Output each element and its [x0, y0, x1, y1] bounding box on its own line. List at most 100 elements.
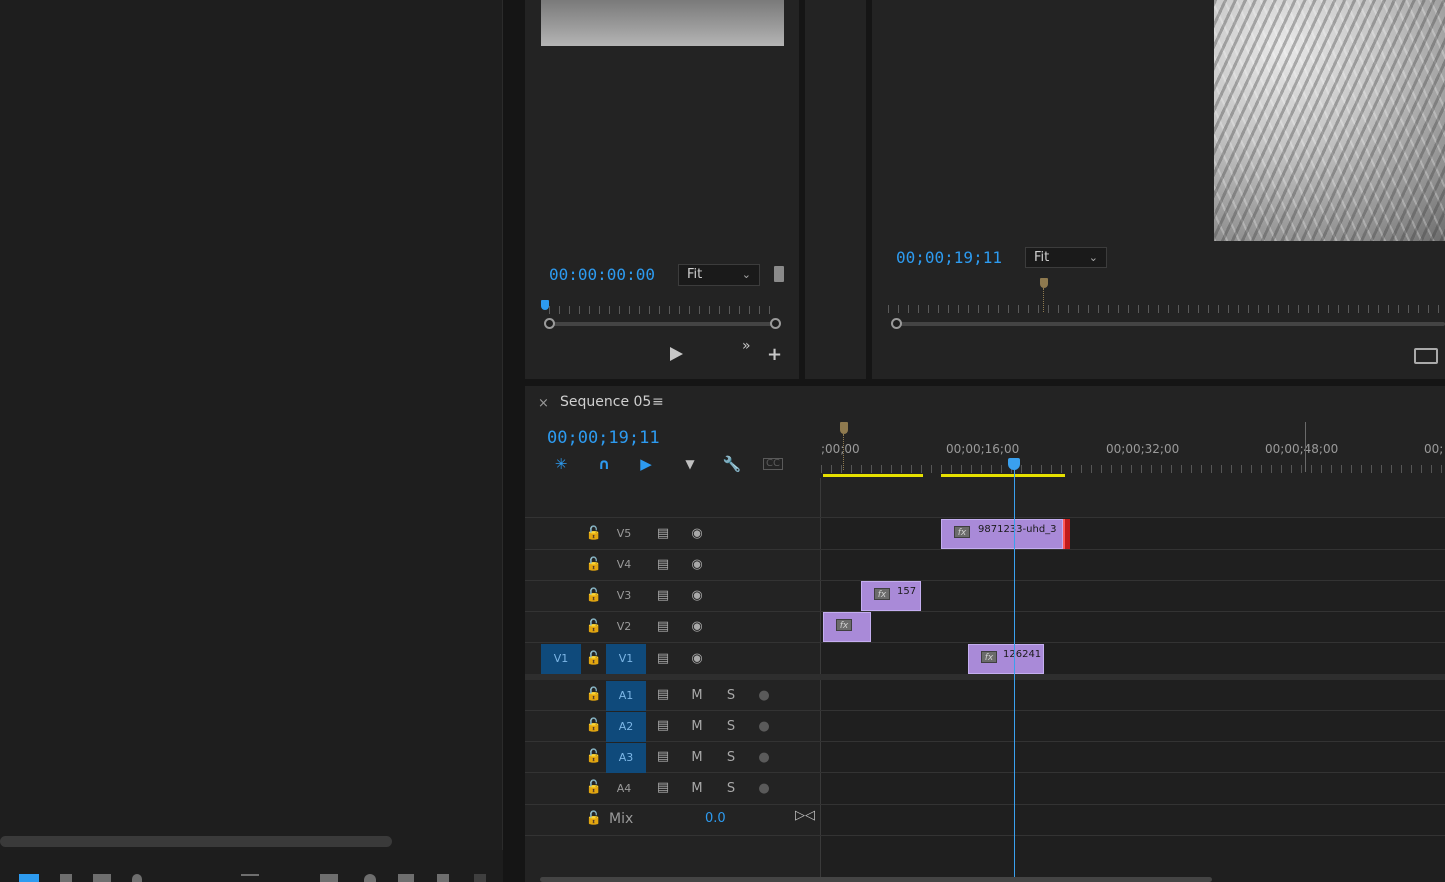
- trash-icon[interactable]: [474, 874, 486, 882]
- captions-icon[interactable]: CC: [763, 458, 783, 470]
- automate-icon[interactable]: [320, 874, 338, 882]
- track-a3-label[interactable]: A3: [606, 743, 646, 773]
- lock-icon[interactable]: 🔓: [584, 716, 604, 736]
- program-fit-dropdown[interactable]: Fit ⌄: [1025, 247, 1107, 268]
- project-panel-scrollbar[interactable]: [0, 836, 392, 847]
- sync-lock-icon[interactable]: ▤: [653, 617, 673, 637]
- lock-icon[interactable]: 🔓: [584, 617, 604, 637]
- icon-view-icon[interactable]: [60, 874, 72, 882]
- mute-button-a2[interactable]: M: [687, 717, 707, 737]
- sequence-marker-icon[interactable]: [840, 422, 848, 434]
- lock-icon[interactable]: 🔓: [584, 524, 604, 544]
- mix-nav-icon[interactable]: ▷◁: [795, 808, 815, 823]
- microphone-icon[interactable]: ●: [754, 686, 774, 706]
- header-divider[interactable]: [820, 478, 821, 882]
- clip-v5[interactable]: fx 9871233-uhd_3: [941, 519, 1063, 549]
- track-content[interactable]: [821, 518, 1445, 882]
- sync-lock-icon[interactable]: ▤: [653, 778, 673, 798]
- program-zoom-start-handle[interactable]: [891, 318, 902, 329]
- timeline-zoom-scrollbar[interactable]: [540, 877, 1212, 882]
- sequence-tab[interactable]: Sequence 05: [560, 394, 651, 410]
- sync-lock-icon[interactable]: ▤: [653, 555, 673, 575]
- solo-button-a2[interactable]: S: [721, 717, 741, 737]
- program-playhead-icon[interactable]: [1040, 278, 1048, 288]
- mix-value[interactable]: 0.0: [705, 811, 726, 826]
- track-v2-label[interactable]: V2: [604, 612, 644, 642]
- video-audio-divider[interactable]: [525, 674, 1445, 680]
- program-timecode[interactable]: 00;00;19;11: [896, 248, 1002, 267]
- timeline-playhead-line[interactable]: [1014, 470, 1015, 882]
- source-time-ruler[interactable]: [549, 306, 779, 314]
- sync-lock-icon[interactable]: ▤: [653, 685, 673, 705]
- track-v1-label[interactable]: V1: [606, 644, 646, 674]
- track-v4-label[interactable]: V4: [604, 550, 644, 580]
- mute-button-a3[interactable]: M: [687, 748, 707, 768]
- clip-v2[interactable]: fx: [823, 612, 871, 642]
- source-timecode[interactable]: 00:00:00:00: [549, 265, 655, 284]
- lock-icon[interactable]: 🔓: [584, 685, 604, 705]
- timeline-timecode[interactable]: 00;00;19;11: [547, 428, 660, 448]
- source-zoom-start-handle[interactable]: [544, 318, 555, 329]
- microphone-icon[interactable]: ●: [754, 779, 774, 799]
- program-zoom-scrollbar[interactable]: [897, 322, 1445, 326]
- panel-gutter[interactable]: [525, 379, 1445, 386]
- eye-icon[interactable]: ◉: [687, 524, 707, 544]
- lock-icon[interactable]: 🔓: [584, 649, 604, 669]
- track-a4-label[interactable]: A4: [604, 774, 644, 804]
- solo-button-a1[interactable]: S: [721, 686, 741, 706]
- find-icon[interactable]: [364, 874, 376, 882]
- source-patch-v1[interactable]: V1: [541, 644, 581, 674]
- track-a2-label[interactable]: A2: [606, 712, 646, 742]
- eye-icon[interactable]: ◉: [687, 586, 707, 606]
- source-fit-dropdown[interactable]: Fit ⌄: [678, 264, 760, 286]
- track-v3-label[interactable]: V3: [604, 581, 644, 611]
- sync-lock-icon[interactable]: ▤: [653, 524, 673, 544]
- mute-button-a1[interactable]: M: [687, 686, 707, 706]
- new-item-icon[interactable]: [437, 874, 449, 882]
- lock-icon[interactable]: 🔓: [584, 809, 604, 829]
- sort-icon[interactable]: [241, 874, 259, 876]
- source-playhead-icon[interactable]: [541, 300, 549, 310]
- timeline-settings-wrench-icon[interactable]: 🔧: [721, 456, 743, 472]
- solo-button-a3[interactable]: S: [721, 748, 741, 768]
- clip-v1[interactable]: fx 126241: [968, 644, 1044, 674]
- close-sequence-icon[interactable]: ×: [538, 396, 549, 411]
- list-view-icon[interactable]: [19, 874, 39, 882]
- sync-lock-icon[interactable]: ▤: [653, 649, 673, 669]
- microphone-icon[interactable]: ●: [754, 748, 774, 768]
- freeform-view-icon[interactable]: [93, 874, 111, 882]
- microphone-icon[interactable]: ●: [754, 717, 774, 737]
- panel-menu-icon[interactable]: ≡: [652, 394, 664, 410]
- new-bin-icon[interactable]: [398, 874, 414, 882]
- eye-icon[interactable]: ◉: [687, 617, 707, 637]
- zoom-icon[interactable]: [132, 874, 142, 882]
- clip-v3[interactable]: fx 157: [861, 581, 921, 611]
- timeline-time-ruler[interactable]: [821, 465, 1445, 473]
- track-a1-label[interactable]: A1: [606, 681, 646, 711]
- source-zoom-end-handle[interactable]: [770, 318, 781, 329]
- snap-magnet-icon[interactable]: ∩: [593, 456, 615, 472]
- sync-lock-icon[interactable]: ▤: [653, 716, 673, 736]
- sync-lock-icon[interactable]: ▤: [653, 747, 673, 767]
- panel-gutter[interactable]: [503, 0, 525, 882]
- lock-icon[interactable]: 🔓: [584, 555, 604, 575]
- track-v5-label[interactable]: V5: [604, 519, 644, 549]
- more-controls-icon[interactable]: »: [742, 338, 751, 354]
- linked-selection-icon[interactable]: ▶: [635, 456, 657, 472]
- program-time-ruler[interactable]: [888, 305, 1445, 313]
- eye-icon[interactable]: ◉: [687, 649, 707, 669]
- clip-end-trim-marker[interactable]: [1063, 519, 1070, 549]
- source-settings-icon[interactable]: [774, 266, 784, 282]
- lock-icon[interactable]: 🔓: [584, 778, 604, 798]
- nest-toggle-icon[interactable]: ✳: [550, 456, 572, 472]
- play-icon[interactable]: [670, 347, 683, 361]
- source-zoom-scrollbar[interactable]: [550, 322, 775, 326]
- timeline-playhead-icon[interactable]: [1008, 458, 1020, 470]
- add-marker-icon[interactable]: ▼: [679, 456, 701, 472]
- safe-margins-icon[interactable]: [1414, 348, 1438, 364]
- add-button-icon[interactable]: +: [767, 344, 782, 365]
- sync-lock-icon[interactable]: ▤: [653, 586, 673, 606]
- lock-icon[interactable]: 🔓: [584, 586, 604, 606]
- mute-button-a4[interactable]: M: [687, 779, 707, 799]
- eye-icon[interactable]: ◉: [687, 555, 707, 575]
